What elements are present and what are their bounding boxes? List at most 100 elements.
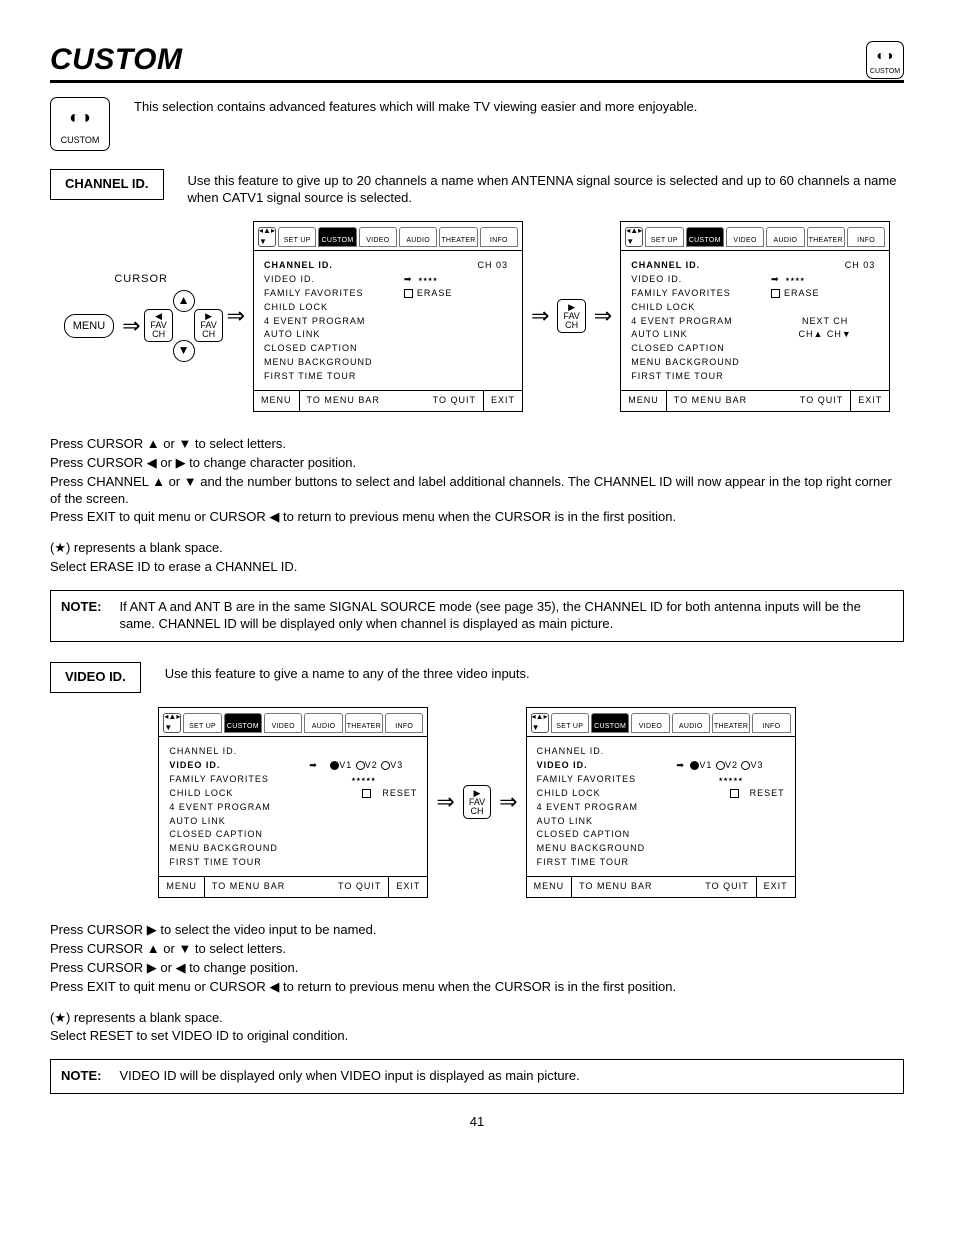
menu-auto-link[interactable]: AUTO LINK xyxy=(169,815,299,829)
tab-theater[interactable]: THEATER xyxy=(345,713,383,733)
menu-4-event[interactable]: 4 EVENT PROGRAM xyxy=(169,801,299,815)
menu-video-id[interactable]: VIDEO ID. xyxy=(169,759,299,773)
tab-info[interactable]: INFO xyxy=(480,227,518,247)
foot-quit: TO QUIT xyxy=(659,877,755,897)
menu-family-favorites[interactable]: FAMILY FAVORITES xyxy=(537,773,667,787)
menu-first-time-tour[interactable]: FIRST TIME TOUR xyxy=(631,370,761,384)
menu-closed-caption[interactable]: CLOSED CAPTION xyxy=(631,342,761,356)
tab-video[interactable]: VIDEO xyxy=(631,713,669,733)
tab-info[interactable]: INFO xyxy=(752,713,790,733)
foot-exit[interactable]: EXIT xyxy=(850,391,889,411)
osd-footer: MENU TO MENU BAR TO QUIT EXIT xyxy=(527,876,795,897)
tab-setup[interactable]: SET UP xyxy=(551,713,589,733)
v2-radio[interactable] xyxy=(716,761,725,770)
menu-auto-link[interactable]: AUTO LINK xyxy=(537,815,667,829)
menu-menu-background[interactable]: MENU BACKGROUND xyxy=(631,356,761,370)
tab-theater[interactable]: THEATER xyxy=(712,713,750,733)
erase-checkbox[interactable] xyxy=(404,289,413,298)
page-title: CUSTOM xyxy=(50,40,182,79)
foot-menu[interactable]: MENU xyxy=(254,391,300,411)
tab-video[interactable]: VIDEO xyxy=(359,227,397,247)
fav-ch-left-button[interactable]: ◀FAVCH xyxy=(144,309,172,342)
tab-theater[interactable]: THEATER xyxy=(439,227,477,247)
menu-channel-id[interactable]: CHANNEL ID. xyxy=(169,745,299,759)
menu-first-time-tour[interactable]: FIRST TIME TOUR xyxy=(169,856,299,870)
tab-nav-arrows[interactable]: ◂▲▸▼ xyxy=(258,227,276,247)
v3-radio[interactable] xyxy=(381,761,390,770)
foot-menu[interactable]: MENU xyxy=(159,877,205,897)
ch-up-label[interactable]: CH▲ xyxy=(798,329,823,339)
menu-child-lock[interactable]: CHILD LOCK xyxy=(264,301,394,315)
tab-custom[interactable]: CUSTOM xyxy=(591,713,629,733)
page-header: CUSTOM ◐◑ CUSTOM xyxy=(50,40,904,83)
tab-custom[interactable]: CUSTOM xyxy=(224,713,262,733)
menu-channel-id[interactable]: CHANNEL ID. xyxy=(537,745,667,759)
menu-family-favorites[interactable]: FAMILY FAVORITES xyxy=(264,287,394,301)
tab-audio[interactable]: AUDIO xyxy=(304,713,342,733)
tab-custom[interactable]: CUSTOM xyxy=(686,227,724,247)
tab-setup[interactable]: SET UP xyxy=(183,713,221,733)
menu-button[interactable]: MENU xyxy=(64,314,114,338)
fav-ch-button[interactable]: ▶FAVCH xyxy=(463,785,491,819)
next-ch-label: NEXT CH xyxy=(771,315,879,329)
menu-auto-link[interactable]: AUTO LINK xyxy=(631,328,761,342)
foot-exit[interactable]: EXIT xyxy=(756,877,795,897)
menu-family-favorites[interactable]: FAMILY FAVORITES xyxy=(169,773,299,787)
erase-label: ERASE xyxy=(784,288,820,298)
menu-first-time-tour[interactable]: FIRST TIME TOUR xyxy=(264,370,394,384)
tab-info[interactable]: INFO xyxy=(847,227,885,247)
menu-closed-caption[interactable]: CLOSED CAPTION xyxy=(264,342,394,356)
menu-channel-id[interactable]: CHANNEL ID. xyxy=(264,259,394,273)
menu-child-lock[interactable]: CHILD LOCK xyxy=(537,787,667,801)
tab-audio[interactable]: AUDIO xyxy=(766,227,804,247)
tab-nav-arrows[interactable]: ◂▲▸▼ xyxy=(531,713,549,733)
tab-info[interactable]: INFO xyxy=(385,713,423,733)
menu-4-event[interactable]: 4 EVENT PROGRAM xyxy=(264,315,394,329)
reset-checkbox[interactable] xyxy=(362,789,371,798)
tab-video[interactable]: VIDEO xyxy=(726,227,764,247)
menu-video-id[interactable]: VIDEO ID. xyxy=(537,759,667,773)
foot-exit[interactable]: EXIT xyxy=(388,877,427,897)
menu-menu-background[interactable]: MENU BACKGROUND xyxy=(537,842,667,856)
tab-audio[interactable]: AUDIO xyxy=(399,227,437,247)
channel-name-value: ٭٭٭٭ xyxy=(418,274,438,284)
menu-auto-link[interactable]: AUTO LINK xyxy=(264,328,394,342)
menu-video-id[interactable]: VIDEO ID. xyxy=(631,273,761,287)
tab-custom[interactable]: CUSTOM xyxy=(318,227,356,247)
fav-ch-button[interactable]: ▶FAVCH xyxy=(557,299,585,333)
v1-radio[interactable] xyxy=(330,761,339,770)
menu-menu-background[interactable]: MENU BACKGROUND xyxy=(264,356,394,370)
reset-checkbox[interactable] xyxy=(730,789,739,798)
menu-channel-id[interactable]: CHANNEL ID. xyxy=(631,259,761,273)
tab-setup[interactable]: SET UP xyxy=(278,227,316,247)
v2-radio[interactable] xyxy=(356,761,365,770)
tab-video[interactable]: VIDEO xyxy=(264,713,302,733)
menu-first-time-tour[interactable]: FIRST TIME TOUR xyxy=(537,856,667,870)
note-text: If ANT A and ANT B are in the same SIGNA… xyxy=(119,599,893,633)
ch-down-label[interactable]: CH▼ xyxy=(827,329,852,339)
fav-ch-right-button[interactable]: ▶FAVCH xyxy=(194,309,222,342)
note-label: NOTE: xyxy=(61,1068,101,1085)
menu-child-lock[interactable]: CHILD LOCK xyxy=(169,787,299,801)
menu-child-lock[interactable]: CHILD LOCK xyxy=(631,301,761,315)
menu-closed-caption[interactable]: CLOSED CAPTION xyxy=(537,828,667,842)
cursor-pad[interactable]: ▲ ◀FAVCH ▶FAVCH ▼ xyxy=(149,291,219,361)
arrow-right-icon: ⇒ xyxy=(592,302,614,331)
tab-audio[interactable]: AUDIO xyxy=(672,713,710,733)
menu-family-favorites[interactable]: FAMILY FAVORITES xyxy=(631,287,761,301)
tab-theater[interactable]: THEATER xyxy=(807,227,845,247)
menu-4-event[interactable]: 4 EVENT PROGRAM xyxy=(631,315,761,329)
tab-setup[interactable]: SET UP xyxy=(645,227,683,247)
foot-menu[interactable]: MENU xyxy=(621,391,667,411)
menu-video-id[interactable]: VIDEO ID. xyxy=(264,273,394,287)
menu-closed-caption[interactable]: CLOSED CAPTION xyxy=(169,828,299,842)
menu-menu-background[interactable]: MENU BACKGROUND xyxy=(169,842,299,856)
cursor-up-button[interactable]: ▲ xyxy=(173,290,195,312)
cursor-down-button[interactable]: ▼ xyxy=(173,340,195,362)
tab-nav-arrows[interactable]: ◂▲▸▼ xyxy=(163,713,181,733)
menu-4-event[interactable]: 4 EVENT PROGRAM xyxy=(537,801,667,815)
foot-menu[interactable]: MENU xyxy=(527,877,573,897)
foot-exit[interactable]: EXIT xyxy=(483,391,522,411)
erase-checkbox[interactable] xyxy=(771,289,780,298)
tab-nav-arrows[interactable]: ◂▲▸▼ xyxy=(625,227,643,247)
